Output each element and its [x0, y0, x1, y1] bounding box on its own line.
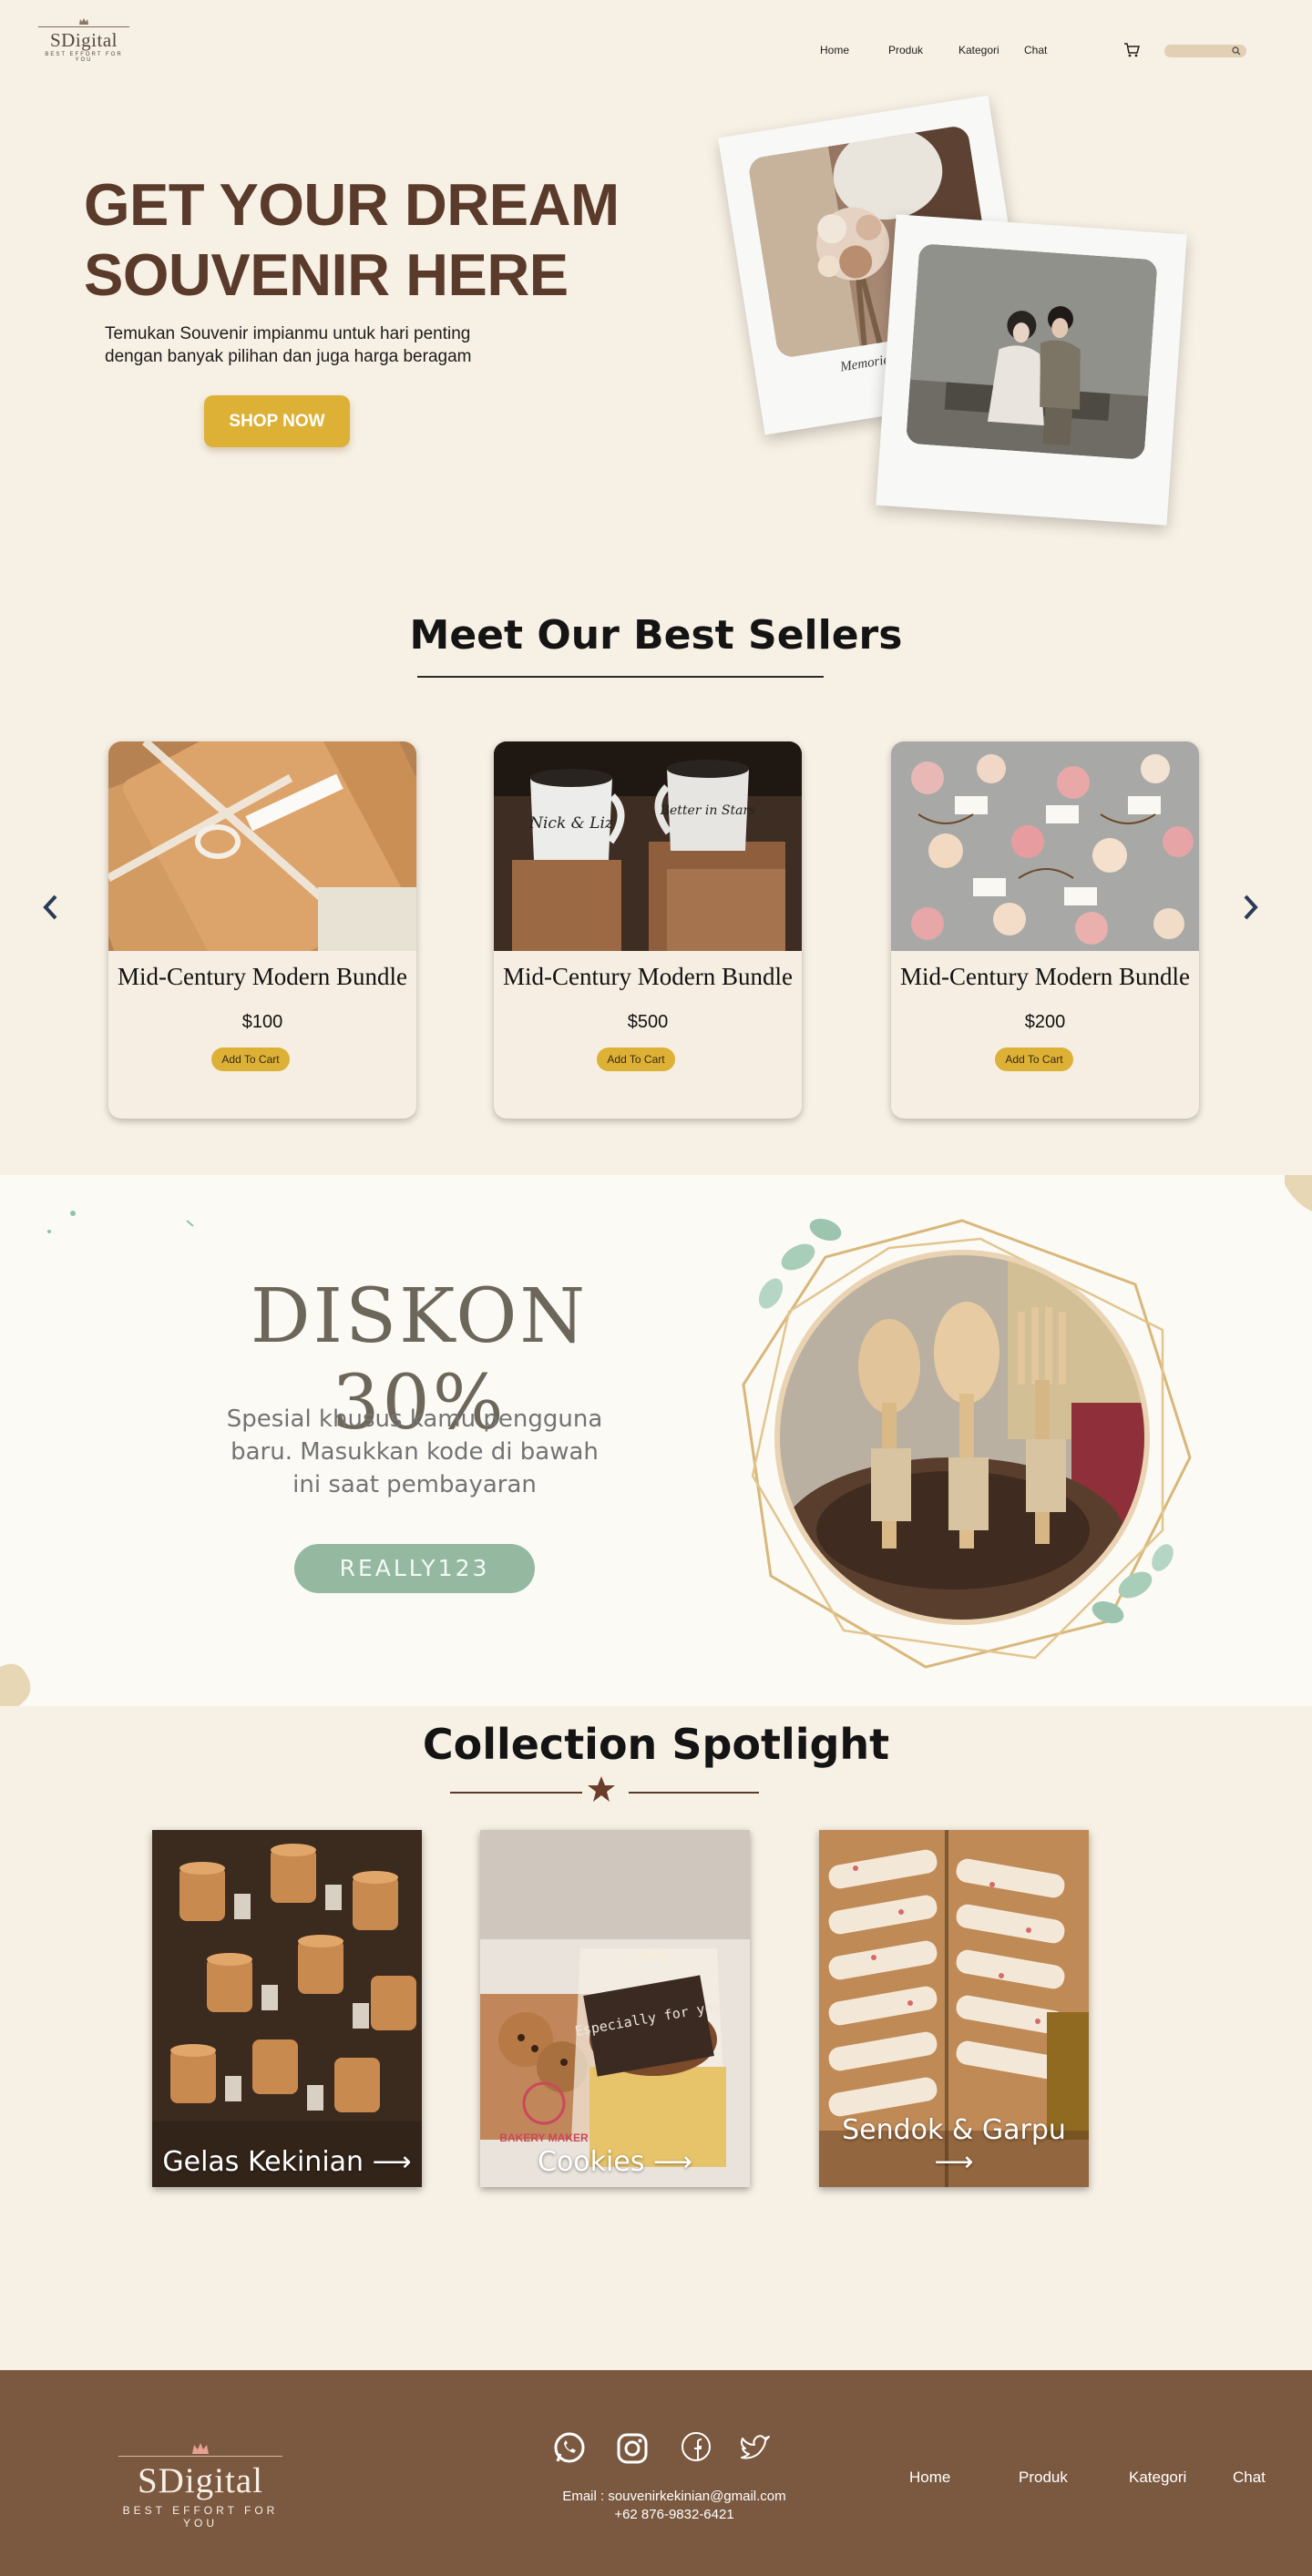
collection-divider-left [450, 1792, 582, 1794]
footer: SDigital BEST EFFORT FOR YOU Email : sou… [0, 2370, 1312, 2576]
instagram-icon[interactable] [614, 2430, 651, 2467]
product-card[interactable]: Mid-Century Modern Bundle $200 Add To Ca… [891, 741, 1199, 1119]
footer-brand-tagline: BEST EFFORT FOR YOU [122, 2504, 279, 2530]
product-card[interactable]: Mid-Century Modern Bundle $100 Add To Ca… [108, 741, 416, 1119]
footer-logo[interactable]: SDigital BEST EFFORT FOR YOU [109, 2443, 292, 2530]
footer-link-produk[interactable]: Produk [1019, 2469, 1068, 2487]
polaroid-couple [876, 214, 1187, 526]
collection-card-sendok-garpu[interactable]: Sendok & Garpu ⟶ [819, 1830, 1089, 2187]
footer-link-kategori[interactable]: Kategori [1129, 2469, 1186, 2487]
discount-subtitle-line-1: Spesial khusus kamu pengguna [226, 1406, 603, 1433]
product-name: Mid-Century Modern Bundle [118, 963, 407, 990]
collection-label: Gelas Kekinian ⟶ [162, 2146, 412, 2178]
hero-title-line-1: GET YOUR DREAM [84, 171, 620, 238]
product-image-macarons [891, 741, 1199, 951]
carousel-next-arrow-icon[interactable] [1237, 893, 1263, 922]
collection-label: Cookies ⟶ [538, 2146, 692, 2178]
shop-now-button[interactable]: SHOP NOW [204, 395, 350, 447]
product-price: $200 [1024, 1012, 1066, 1032]
discount-banner: DISKON 30% Spesial khusus kamu pengguna … [0, 1175, 1312, 1706]
mugs-photo [152, 1830, 422, 2187]
promo-code-badge[interactable]: REALLY123 [294, 1544, 535, 1593]
footer-phone[interactable]: +62 876-9832-6421 [492, 2507, 856, 2522]
footer-link-chat[interactable]: Chat [1233, 2469, 1266, 2487]
couple-photo [906, 243, 1158, 460]
discount-subtitle-line-3: ini saat pembayaran [292, 1471, 537, 1498]
add-to-cart-button[interactable]: Add To Cart [995, 1048, 1073, 1071]
nav-link-home[interactable]: Home [820, 44, 849, 56]
mug-engraving-2: Better in Stars [660, 803, 756, 818]
collection-label: Sendok & Garpu ⟶ [842, 2114, 1066, 2178]
add-to-cart-button[interactable]: Add To Cart [211, 1048, 290, 1071]
cookie-brand-text: BAKERY MAKER [499, 2131, 589, 2144]
hero-subtitle: Temukan Souvenir impianmu untuk hari pen… [105, 322, 524, 368]
search-input[interactable] [1164, 45, 1246, 57]
discount-subtitle: Spesial khusus kamu pengguna baru. Masuk… [205, 1403, 624, 1501]
search-icon [1232, 46, 1241, 56]
product-price: $100 [241, 1012, 283, 1032]
hero-subtitle-line-1: Temukan Souvenir impianmu untuk hari pen… [105, 324, 471, 343]
hero-title: GET YOUR DREAM SOUVENIR HERE [84, 169, 667, 310]
wooden-cutlery-frame [742, 1218, 1192, 1669]
facebook-icon[interactable] [678, 2430, 714, 2467]
collection-card-gelas[interactable]: Gelas Kekinian ⟶ [152, 1830, 422, 2187]
product-name: Mid-Century Modern Bundle [900, 963, 1190, 990]
hero-subtitle-line-2: dengan banyak pilihan dan juga harga ber… [105, 347, 472, 366]
footer-link-home[interactable]: Home [909, 2469, 950, 2487]
crown-icon [192, 2443, 209, 2454]
best-sellers-underline [417, 676, 824, 678]
product-card[interactable]: Nick & Liz Better in Stars Mid-Century M… [494, 741, 802, 1119]
best-sellers-title: Meet Our Best Sellers [409, 612, 903, 659]
cart-icon[interactable] [1122, 41, 1141, 59]
product-price: $500 [627, 1012, 669, 1032]
nav-link-chat[interactable]: Chat [1024, 44, 1047, 56]
footer-brand-name: SDigital [137, 2461, 263, 2500]
nav-link-kategori[interactable]: Kategori [958, 44, 999, 56]
product-name: Mid-Century Modern Bundle [503, 963, 793, 990]
brand-tagline: BEST EFFORT FOR YOU [45, 52, 123, 63]
twitter-icon[interactable] [736, 2430, 773, 2467]
mug-engraving-1: Nick & Liz [528, 814, 614, 833]
hero-title-line-2: SOUVENIR HERE [84, 241, 569, 308]
nav-link-produk[interactable]: Produk [888, 44, 923, 56]
discount-subtitle-line-2: baru. Masukkan kode di bawah [231, 1438, 599, 1466]
cookies-photo: Especially for you BAKERY MAKER [480, 1830, 750, 2187]
collection-divider-right [629, 1792, 759, 1794]
footer-email[interactable]: Email : souvenirkekinian@gmail.com [492, 2489, 856, 2504]
crown-icon [79, 18, 88, 25]
product-image-enamel-mugs: Nick & Liz Better in Stars [494, 741, 802, 951]
brand-logo[interactable]: SDigital BEST EFFORT FOR YOU [38, 18, 129, 63]
collection-card-cookies[interactable]: Especially for you BAKERY MAKER Cookies … [480, 1830, 750, 2187]
whatsapp-icon[interactable] [550, 2430, 587, 2467]
collection-title: Collection Spotlight [422, 1720, 890, 1769]
carousel-prev-arrow-icon[interactable] [38, 893, 64, 922]
brand-name: SDigital [49, 29, 118, 51]
add-to-cart-button[interactable]: Add To Cart [597, 1048, 675, 1071]
star-icon [588, 1776, 615, 1802]
product-image-cutting-board [108, 741, 416, 951]
navbar: SDigital BEST EFFORT FOR YOU Home Produk… [0, 0, 1312, 100]
